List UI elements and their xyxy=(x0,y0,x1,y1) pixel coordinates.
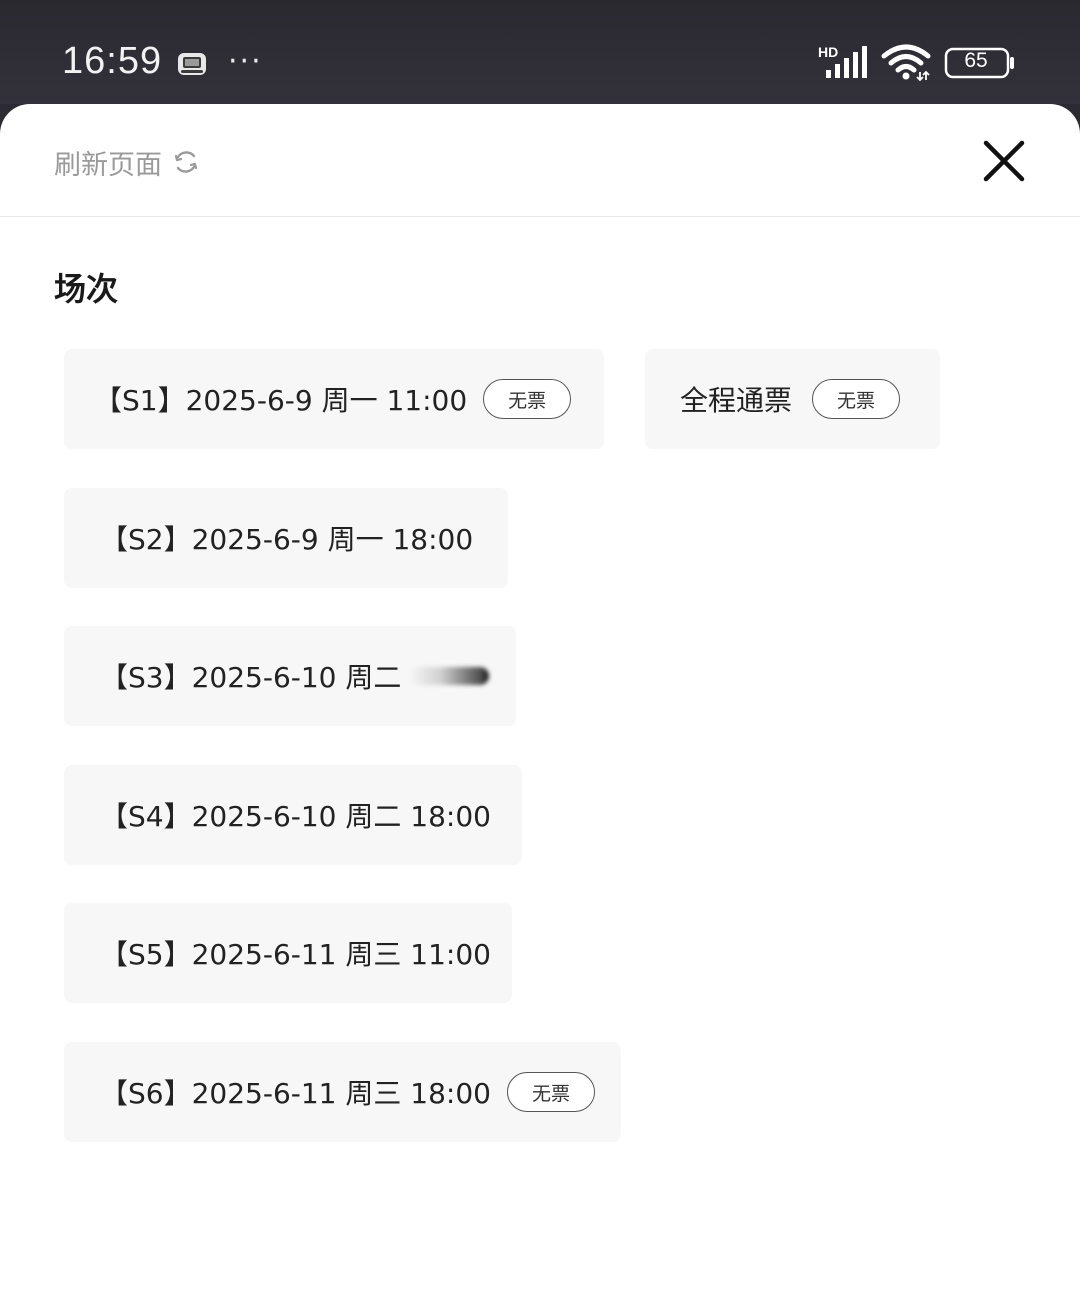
session-label: 【S3】2025-6-10 周二 xyxy=(100,661,402,694)
status-bar: 16:59 ··· HD 65 xyxy=(0,0,1080,104)
signal-icon xyxy=(826,46,867,78)
session-option-s5[interactable]: 【S5】2025-6-11 周三 11:00 xyxy=(64,903,512,1003)
battery-level: 65 xyxy=(964,49,988,72)
refresh-icon xyxy=(174,151,198,173)
blurred-time xyxy=(409,667,490,685)
sold-out-badge: 无票 xyxy=(507,1072,595,1112)
session-label: 【S1】2025-6-9 周一 11:00 xyxy=(94,384,468,417)
status-time: 16:59 xyxy=(62,40,163,82)
refresh-page-button[interactable]: 刷新页面 xyxy=(54,144,200,181)
sheet-header: 刷新页面 xyxy=(0,104,1080,217)
session-option-s3[interactable]: 【S3】2025-6-10 周二 xyxy=(64,626,516,726)
session-option-s1[interactable]: 【S1】2025-6-9 周一 11:00 无票 xyxy=(64,349,604,449)
session-option-s6[interactable]: 【S6】2025-6-11 周三 18:00 无票 xyxy=(64,1042,621,1142)
session-option-s4[interactable]: 【S4】2025-6-10 周二 18:00 xyxy=(64,765,522,865)
session-option-s2[interactable]: 【S2】2025-6-9 周一 18:00 xyxy=(64,488,508,588)
more-notifications-indicator: ··· xyxy=(228,44,263,79)
session-label: 【S5】2025-6-11 周三 11:00 xyxy=(100,938,491,971)
session-label: 【S4】2025-6-10 周二 18:00 xyxy=(100,800,491,833)
session-label: 【S2】2025-6-9 周一 18:00 xyxy=(100,523,474,556)
close-icon[interactable] xyxy=(980,137,1028,185)
session-label: 全程通票 xyxy=(680,384,793,417)
app-notification-icon xyxy=(178,53,206,75)
refresh-label: 刷新页面 xyxy=(54,149,162,181)
section-title: 场次 xyxy=(54,270,119,308)
wifi-icon xyxy=(881,44,931,82)
session-option-full-pass[interactable]: 全程通票 无票 xyxy=(645,349,940,449)
session-picker-sheet: 刷新页面 场次 【S1】2025-6-9 周一 11:00 无票 全程通票 无票… xyxy=(0,104,1080,1301)
sold-out-badge: 无票 xyxy=(812,379,901,419)
session-label: 【S6】2025-6-11 周三 18:00 xyxy=(100,1077,491,1110)
sold-out-badge: 无票 xyxy=(483,379,572,419)
